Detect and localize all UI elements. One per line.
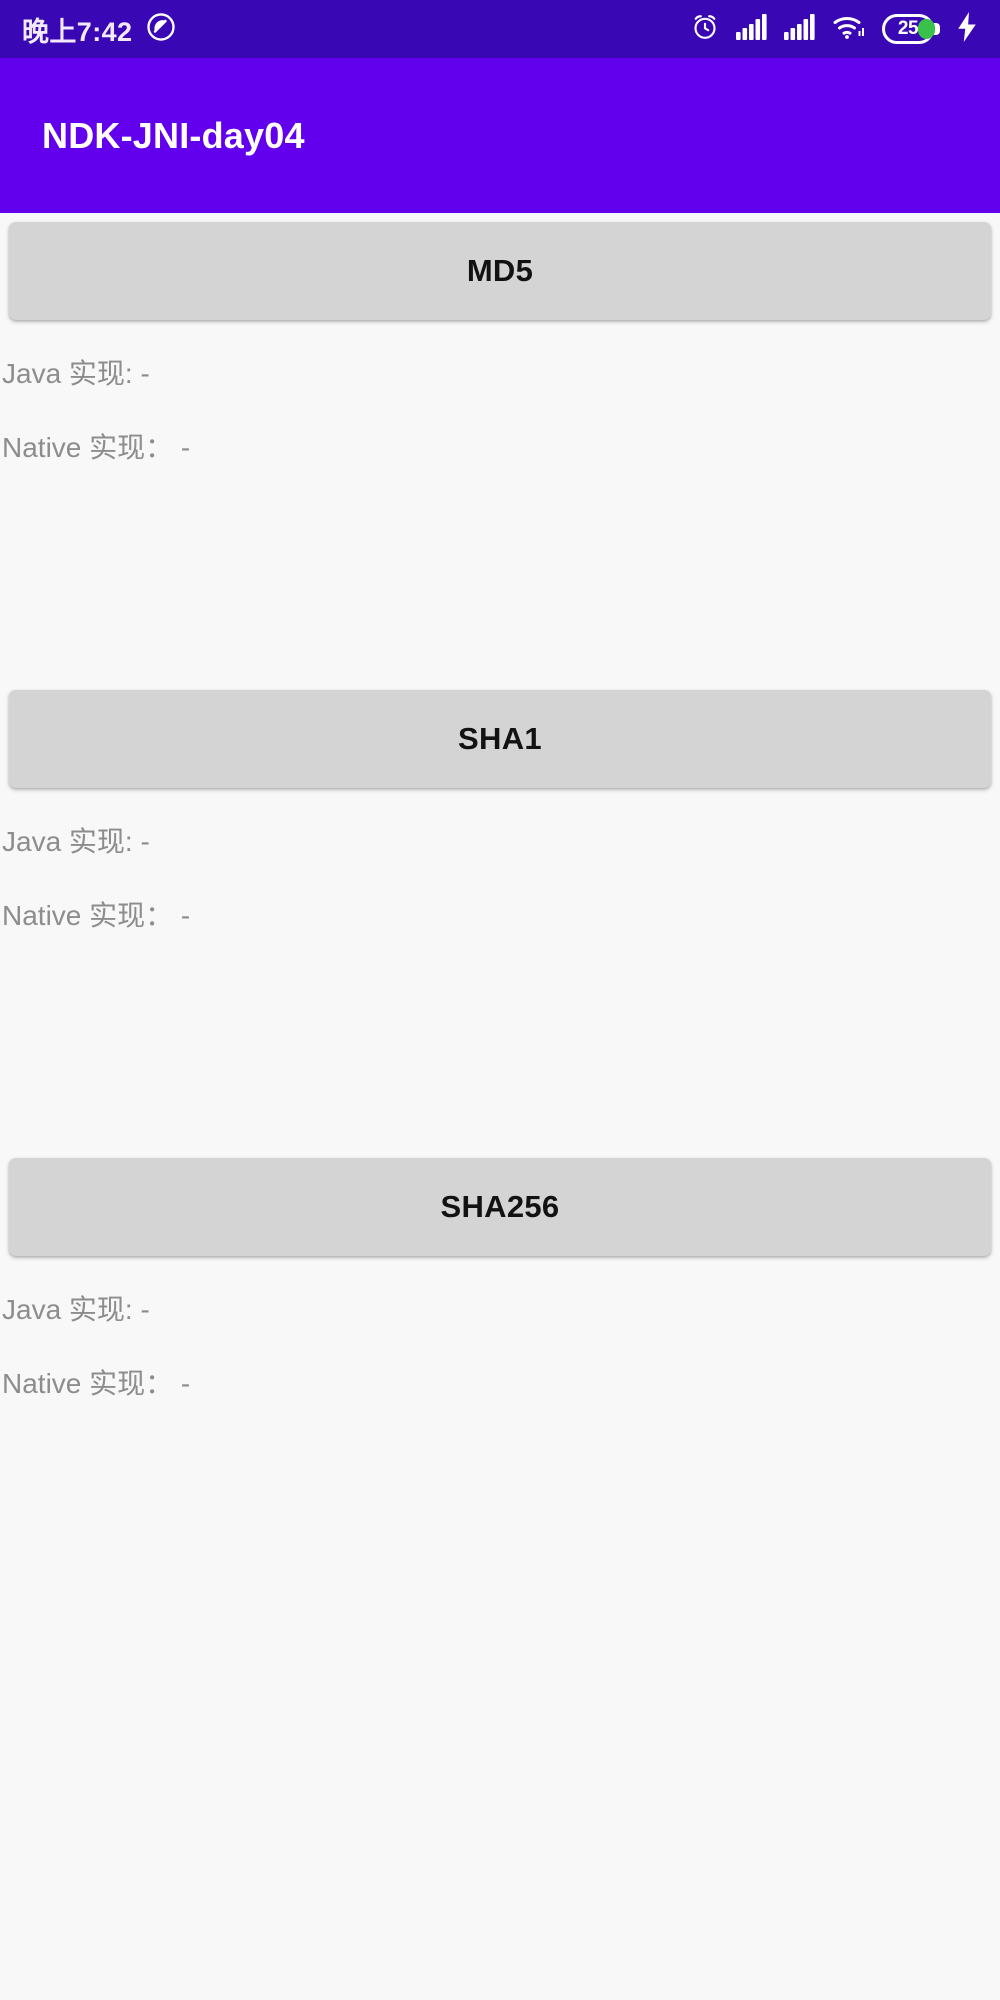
battery-level-label: 25 [897,18,919,39]
signal-bars-sim1-icon [736,13,768,45]
section-sha256: SHA256 Java 实现: - Native 实现： - [0,1158,1000,1401]
status-bar: 晚上7:42 25 [0,0,1000,58]
loop-recording-icon [146,12,176,47]
md5-button[interactable]: MD5 [9,222,991,320]
spacer-md5-sha1 [0,465,1000,690]
battery-indicator: 25 [882,14,940,44]
sha1-button[interactable]: SHA1 [9,690,991,788]
app-screen: 晚上7:42 25 NDK-JNI-day04 MD5 Java 实现: - N… [0,0,1000,2000]
section-sha1: SHA1 Java 实现: - Native 实现： - [0,690,1000,933]
status-bar-left: 晚上7:42 [22,10,176,49]
sha1-java-result: Java 实现: - [2,826,150,857]
signal-bars-sim2-icon [784,13,816,45]
sha256-button[interactable]: SHA256 [9,1158,991,1256]
sha256-java-result: Java 实现: - [2,1294,150,1325]
sha256-native-result: Native 实现： - [2,1368,191,1399]
status-bar-clock: 晚上7:42 [22,16,133,47]
status-bar-right: 25 [690,11,978,47]
alarm-clock-icon [690,12,720,47]
sha1-native-result: Native 实现： - [2,900,191,931]
spacer-bottom [0,1401,1000,1701]
charging-bolt-icon [956,11,978,47]
wifi-icon [832,14,866,45]
app-bar: NDK-JNI-day04 [0,58,1000,213]
page-title: NDK-JNI-day04 [42,114,305,156]
section-md5: MD5 Java 实现: - Native 实现： - [0,222,1000,465]
spacer-sha1-sha256 [0,933,1000,1158]
md5-native-result: Native 实现： - [2,432,191,463]
md5-java-result: Java 实现: - [2,358,150,389]
main-content: MD5 Java 实现: - Native 实现： - SHA1 Java 实现… [0,213,1000,2000]
